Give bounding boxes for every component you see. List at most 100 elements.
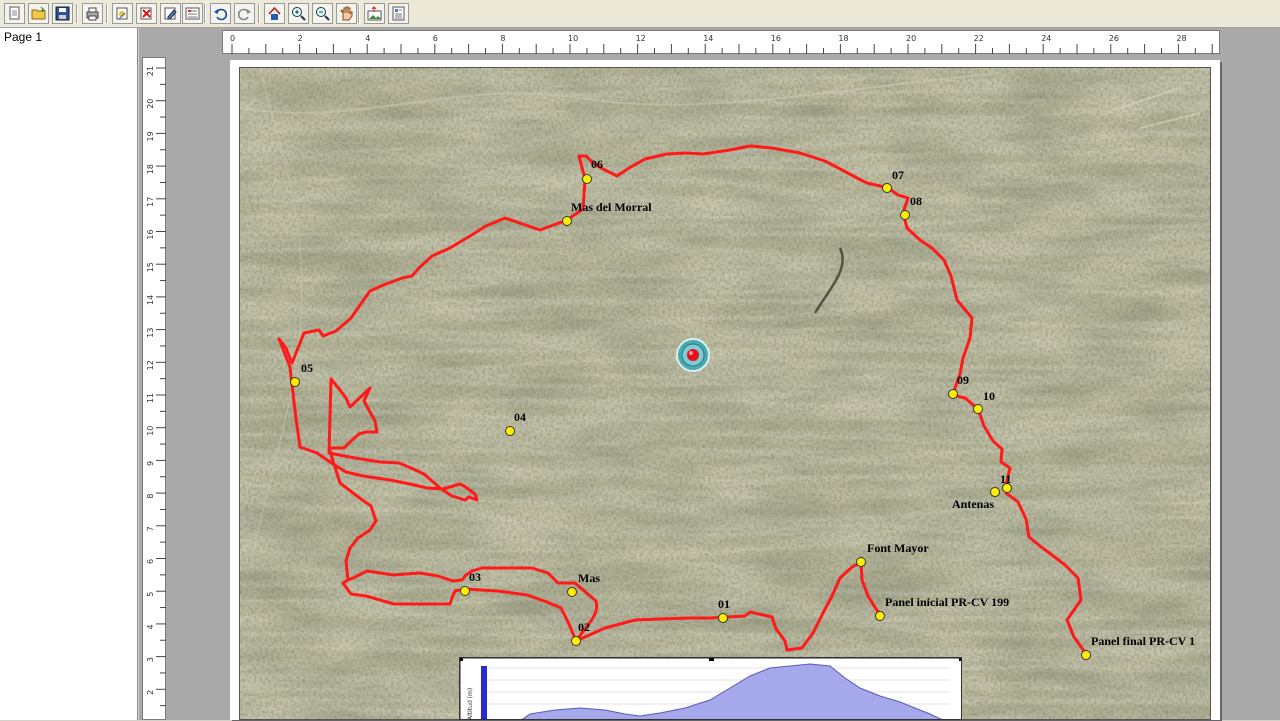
redo-icon (237, 8, 251, 21)
pan-button[interactable] (336, 3, 357, 24)
ruler-label: 22 (974, 34, 984, 43)
toolbar (0, 0, 1280, 28)
waypoint-marker[interactable] (562, 216, 572, 226)
ruler-label: 18 (838, 34, 848, 43)
waypoint-label-panel-inicial: Panel inicial PR-CV 199 (885, 595, 1009, 609)
properties-button[interactable] (182, 3, 203, 24)
export-image-icon (367, 6, 382, 21)
undo-button[interactable] (210, 3, 231, 24)
ruler-label: 2 (298, 34, 303, 43)
waypoint-label-10: 10 (983, 389, 995, 403)
print-setup-button[interactable] (82, 3, 103, 24)
horizontal-ruler: 0 2 4 6 8 10 12 14 16 18 20 22 24 26 28 (222, 30, 1220, 54)
gps-position-marker-icon[interactable] (675, 337, 711, 373)
ruler-label: 14 (703, 34, 713, 43)
waypoint-marker[interactable] (1081, 650, 1091, 660)
ruler-label: 24 (1041, 34, 1051, 43)
page-list-item[interactable]: Page 1 (4, 30, 42, 44)
ruler-label: 15 (146, 262, 155, 272)
waypoint-marker[interactable] (990, 487, 1000, 497)
waypoint-marker[interactable] (875, 611, 885, 621)
open-button[interactable] (28, 3, 49, 24)
toolbar-separator (106, 4, 108, 23)
page-layout-button[interactable] (388, 3, 409, 24)
ruler-label: 5 (146, 592, 155, 597)
map-image[interactable]: 01 02 03 04 05 06 07 08 09 10 11 Mas del… (239, 67, 1211, 720)
waypoint-label-05: 05 (301, 361, 313, 375)
ruler-label: 4 (365, 34, 370, 43)
insert-object-button[interactable] (112, 3, 133, 24)
insert-object-icon (116, 7, 128, 20)
ruler-label: 16 (771, 34, 781, 43)
waypoint-label-mas-del-morral: Mas del Morral (571, 200, 652, 214)
waypoint-label-09: 09 (957, 373, 969, 387)
save-button[interactable] (52, 3, 73, 24)
waypoint-label-11: 11 (1000, 472, 1011, 486)
waypoint-marker[interactable] (948, 389, 958, 399)
ruler-label: 18 (146, 164, 155, 174)
waypoint-marker[interactable] (505, 426, 515, 436)
redo-button[interactable] (234, 3, 255, 24)
new-document-button[interactable] (4, 3, 25, 24)
profile-axis-label: Altitud (m) (467, 688, 474, 720)
delete-object-button[interactable] (136, 3, 157, 24)
ruler-label: 14 (146, 295, 155, 305)
waypoint-marker[interactable] (460, 586, 470, 596)
zoom-in-icon (292, 7, 306, 21)
ruler-label: 12 (146, 360, 155, 370)
delete-icon (140, 7, 152, 20)
new-document-icon (9, 6, 20, 20)
export-image-button[interactable] (364, 3, 385, 24)
waypoint-marker[interactable] (571, 636, 581, 646)
waypoint-marker[interactable] (567, 587, 577, 597)
waypoint-label-01: 01 (718, 597, 730, 611)
ruler-label: 10 (568, 34, 578, 43)
vertical-ruler: 212019181716151413121110987654321 (142, 57, 166, 720)
waypoint-marker[interactable] (582, 174, 592, 184)
edit-icon (164, 7, 177, 20)
ruler-label: 6 (433, 34, 438, 43)
waypoint-label-panel-final: Panel final PR-CV 1 (1091, 634, 1195, 648)
edit-object-button[interactable] (160, 3, 181, 24)
page-layout-icon (392, 6, 405, 21)
toolbar-separator (258, 4, 260, 23)
elevation-profile-chart[interactable]: Altitud (m) (459, 657, 962, 720)
waypoint-label-02: 02 (578, 620, 590, 634)
ruler-label: 12 (636, 34, 646, 43)
waypoint-marker[interactable] (718, 613, 728, 623)
ruler-label: 7 (146, 526, 155, 531)
ruler-label: 0 (230, 34, 235, 43)
zoom-out-icon (316, 7, 330, 21)
waypoint-label-07: 07 (892, 168, 904, 182)
waypoint-marker[interactable] (882, 183, 892, 193)
ruler-label: 4 (146, 624, 155, 629)
floppy-icon (55, 6, 70, 21)
waypoint-marker[interactable] (290, 377, 300, 387)
waypoint-label-08: 08 (910, 194, 922, 208)
ruler-label: 20 (906, 34, 916, 43)
ruler-label: 8 (500, 34, 505, 43)
waypoint-label-font-mayor: Font Mayor (867, 541, 929, 555)
ruler-label: 16 (146, 229, 155, 239)
zoom-out-button[interactable] (312, 3, 333, 24)
ruler-label: 2 (146, 690, 155, 695)
undo-icon (214, 8, 228, 21)
ruler-label: 21 (146, 66, 155, 76)
home-icon (268, 6, 281, 20)
profile-axis-bar (481, 666, 487, 719)
ruler-label: 20 (146, 99, 155, 109)
waypoint-label-04: 04 (514, 410, 526, 424)
waypoint-label-06: 06 (591, 157, 603, 171)
waypoint-label-mas: Mas (578, 571, 600, 585)
home-view-button[interactable] (264, 3, 285, 24)
zoom-in-button[interactable] (288, 3, 309, 24)
waypoint-marker[interactable] (973, 404, 983, 414)
waypoint-marker[interactable] (900, 210, 910, 220)
waypoint-label-03: 03 (469, 570, 481, 584)
waypoint-marker[interactable] (856, 557, 866, 567)
ruler-label: 19 (146, 131, 155, 141)
pages-panel: Page 1 (0, 28, 138, 720)
ruler-label: 3 (146, 657, 155, 662)
ruler-label: 6 (146, 559, 155, 564)
ruler-label: 17 (146, 197, 155, 207)
